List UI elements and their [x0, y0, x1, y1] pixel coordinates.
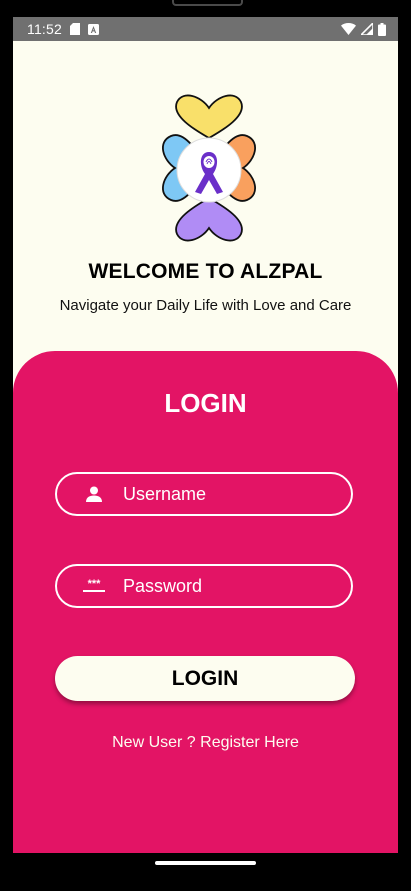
person-icon	[79, 486, 109, 502]
status-time: 11:52	[27, 21, 62, 37]
password-field[interactable]: *** Password	[55, 564, 353, 608]
status-left: 11:52	[27, 21, 99, 37]
camera-notch	[172, 0, 243, 6]
signal-icon	[361, 23, 373, 35]
username-field[interactable]: Username	[55, 472, 353, 516]
login-button[interactable]: LOGIN	[55, 656, 355, 701]
username-placeholder: Username	[123, 483, 207, 504]
password-placeholder: Password	[123, 575, 203, 596]
home-indicator[interactable]	[155, 861, 256, 865]
app-notification-icon	[88, 23, 99, 35]
tagline: Navigate your Daily Life with Love and C…	[59, 297, 352, 314]
password-dots-icon: ***	[79, 579, 109, 593]
battery-icon	[378, 22, 386, 36]
status-bar: 11:52	[13, 17, 398, 41]
welcome-title: WELCOME TO ALZPAL	[88, 260, 323, 283]
status-right	[341, 22, 386, 36]
flower-ribbon-logo-icon	[137, 94, 281, 242]
register-link[interactable]: New User ? Register Here	[13, 734, 398, 752]
svg-text:***: ***	[88, 579, 102, 590]
login-panel: LOGIN Username *** Password LOGIN New Us…	[13, 351, 398, 853]
app-screen: WELCOME TO ALZPAL Navigate your Daily Li…	[13, 41, 398, 853]
device-frame: 11:52 WELCOME TO ALZPAL Navigate your Da…	[0, 0, 411, 891]
login-heading: LOGIN	[164, 388, 247, 418]
sd-card-icon	[70, 23, 80, 35]
wifi-icon	[341, 23, 356, 35]
